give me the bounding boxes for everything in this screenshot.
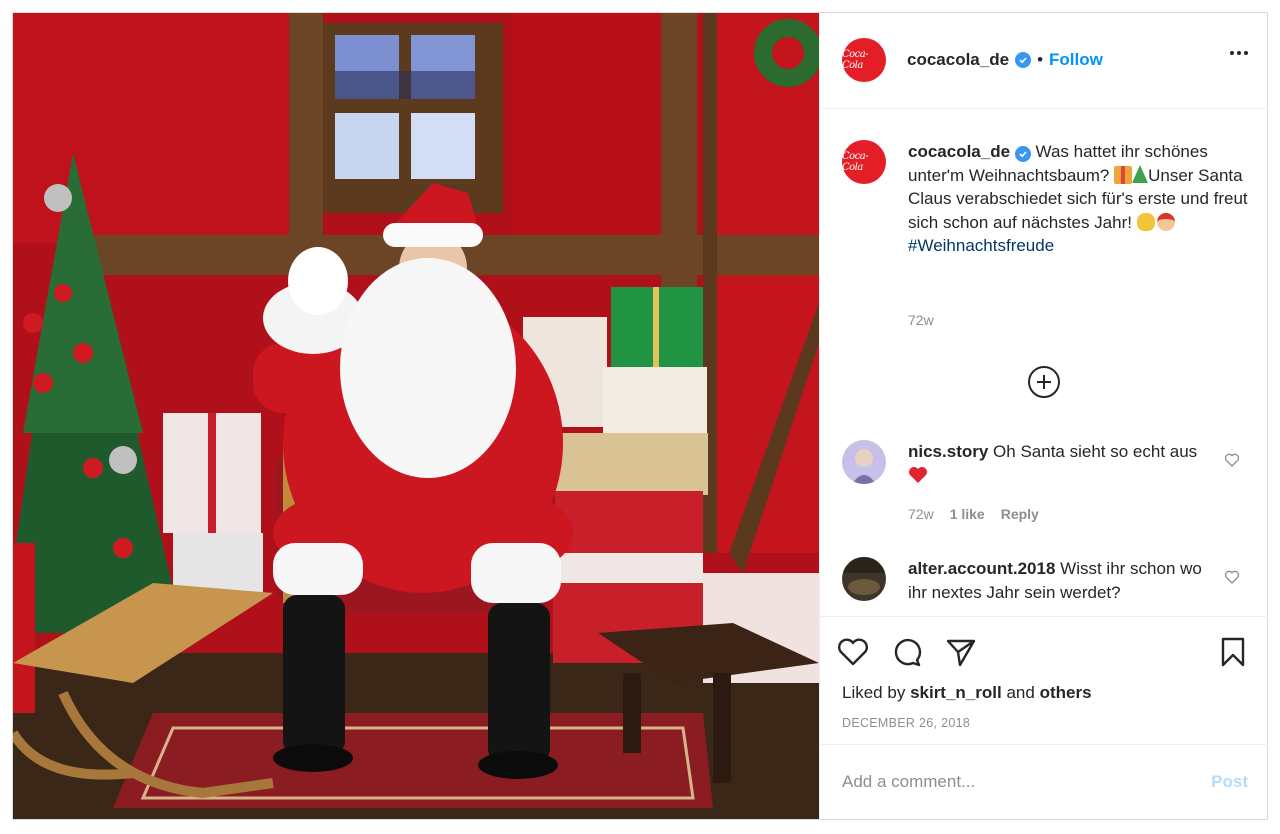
comment-meta: 72w 1 like Reply: [908, 506, 1039, 522]
post-date[interactable]: DECEMBER 26, 2018: [842, 716, 970, 730]
reply-button[interactable]: Reply: [1001, 506, 1039, 522]
comment-text: alter.account.2018 Wisst ihr schon wo ih…: [908, 557, 1208, 604]
santa-photo-illustration: [13, 13, 819, 819]
share-paper-plane-icon[interactable]: [944, 635, 978, 669]
comment-likes[interactable]: 1 like: [950, 506, 985, 522]
post-comment-button[interactable]: Post: [1211, 772, 1248, 792]
comment-body: Oh Santa sieht so echt aus: [993, 442, 1198, 461]
comment-username[interactable]: nics.story: [908, 442, 988, 461]
post-header: Coca-Cola cocacola_de • Follow: [820, 13, 1268, 109]
comment-like-icon[interactable]: [1224, 452, 1240, 468]
comment-like-icon[interactable]: [1224, 569, 1240, 585]
brand-logo-text: Coca-Cola: [842, 49, 869, 71]
christmas-tree-emoji-icon: [1132, 164, 1149, 183]
post-actions: Liked by skirt_n_roll and others DECEMBE…: [820, 616, 1268, 744]
comments-section[interactable]: Coca-Cola cocacola_de Was hattet ihr sch…: [820, 110, 1268, 616]
caption-username[interactable]: cocacola_de: [908, 142, 1010, 161]
post-sidebar: Coca-Cola cocacola_de • Follow Coca-Cola…: [819, 13, 1268, 819]
waving-hand-emoji-icon: [1136, 212, 1155, 231]
load-more-comments-icon[interactable]: [1028, 366, 1060, 398]
liked-by-user[interactable]: skirt_n_roll: [910, 683, 1002, 702]
comment-avatar[interactable]: [842, 557, 886, 601]
add-comment-bar: Post: [820, 744, 1268, 819]
gift-emoji-icon: [1114, 165, 1133, 184]
liked-by-others[interactable]: others: [1040, 683, 1092, 702]
separator-dot: •: [1037, 50, 1044, 69]
caption-text: cocacola_de Was hattet ihr schönes unter…: [908, 140, 1248, 258]
comment-avatar[interactable]: [842, 440, 886, 484]
liked-by-prefix: Liked by: [842, 683, 906, 702]
comment-bubble-icon[interactable]: [890, 635, 924, 669]
comment-username[interactable]: alter.account.2018: [908, 559, 1055, 578]
save-bookmark-icon[interactable]: [1216, 635, 1250, 669]
header-username[interactable]: cocacola_de: [907, 50, 1009, 70]
caption-avatar-logo: Coca-Cola: [842, 151, 869, 173]
verified-badge-icon: [1015, 52, 1032, 68]
post-photo[interactable]: [13, 13, 819, 819]
more-options-icon[interactable]: [1230, 51, 1248, 55]
brand-avatar[interactable]: Coca-Cola: [842, 38, 886, 82]
red-heart-emoji-icon: [909, 466, 927, 483]
instagram-post: Coca-Cola cocacola_de • Follow Coca-Cola…: [12, 12, 1268, 820]
comment-text: nics.story Oh Santa sieht so echt aus: [908, 440, 1208, 487]
caption-hashtag[interactable]: #Weihnachtsfreude: [908, 236, 1054, 255]
header-user: cocacola_de • Follow: [907, 50, 1103, 70]
caption-avatar[interactable]: Coca-Cola: [842, 140, 886, 184]
follow-button[interactable]: Follow: [1049, 50, 1103, 70]
caption-timestamp[interactable]: 72w: [908, 312, 934, 328]
liked-by-and: and: [1006, 683, 1035, 702]
like-heart-icon[interactable]: [836, 635, 870, 669]
santa-emoji-icon: [1156, 212, 1175, 231]
liked-by: Liked by skirt_n_roll and others: [842, 683, 1092, 703]
comment-input[interactable]: [842, 767, 1182, 797]
caption-verified-badge-icon: [1014, 146, 1031, 162]
comment-time[interactable]: 72w: [908, 506, 934, 522]
